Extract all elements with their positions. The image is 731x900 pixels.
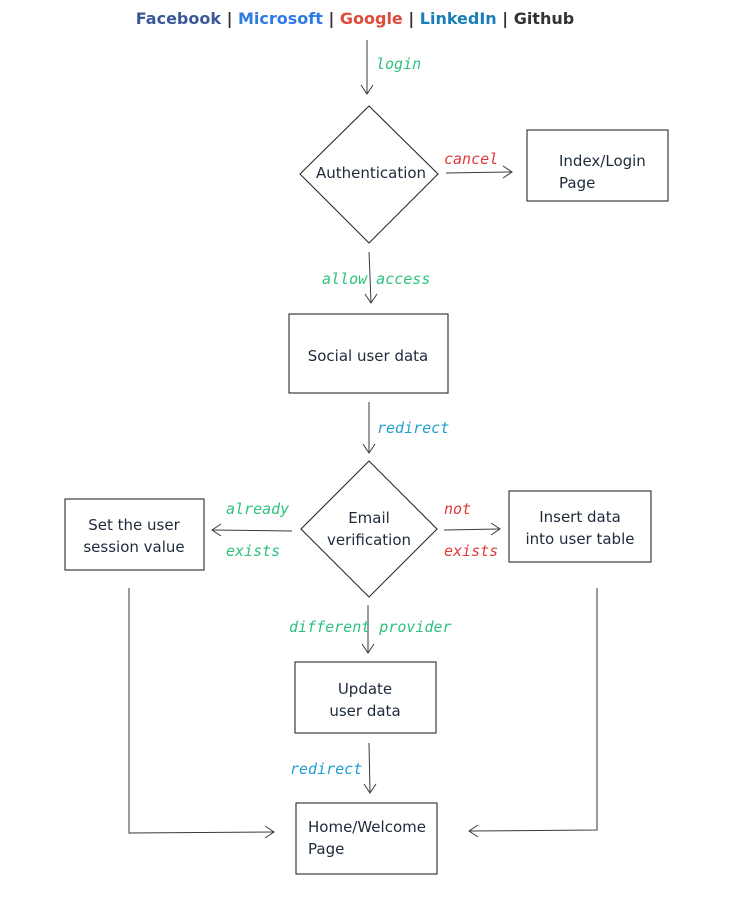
node-label-line: Set the user bbox=[88, 516, 180, 534]
node-email-verification: Email verification bbox=[327, 509, 411, 549]
edge-label-line: not bbox=[444, 500, 471, 518]
node-insert-data-shape bbox=[508, 490, 652, 563]
provider-microsoft: Microsoft bbox=[238, 9, 323, 28]
edge-redirect-2 bbox=[363, 742, 377, 794]
provider-linkedin: LinkedIn bbox=[420, 9, 497, 28]
node-label-line: Page bbox=[308, 840, 344, 858]
node-authentication: Authentication bbox=[316, 164, 426, 182]
node-insert-data: Insert data into user table bbox=[526, 508, 635, 548]
provider-github: Github bbox=[514, 9, 575, 28]
edge-label-line: redirect bbox=[290, 760, 362, 778]
edge-label-line: redirect bbox=[377, 419, 449, 437]
provider-facebook: Facebook bbox=[136, 9, 222, 28]
node-home-welcome-shape bbox=[295, 802, 438, 875]
edge-label-line: cancel bbox=[444, 150, 498, 168]
node-label-line: Email bbox=[348, 509, 390, 527]
node-label-line: Authentication bbox=[316, 164, 426, 182]
provider-separator: | bbox=[403, 9, 420, 29]
node-label-line: into user table bbox=[526, 530, 635, 548]
edge-label-line: login bbox=[376, 55, 421, 73]
node-label-line: verification bbox=[327, 531, 411, 549]
node-update-data: Update user data bbox=[329, 680, 400, 720]
provider-separator: | bbox=[497, 9, 514, 29]
node-label-line: Social user data bbox=[308, 347, 429, 365]
node-set-session: Set the user session value bbox=[83, 516, 184, 556]
node-label-line: Page bbox=[559, 174, 595, 192]
edge-label-line: already bbox=[226, 500, 289, 518]
provider-separator: | bbox=[221, 9, 238, 29]
edge-not-exists bbox=[443, 522, 501, 536]
node-label-line: Home/Welcome bbox=[308, 818, 426, 836]
edge-label-redirect-2: redirect bbox=[290, 760, 362, 778]
node-email-verification-shape bbox=[300, 460, 438, 598]
edge-label-different-provider: different provider bbox=[289, 618, 452, 636]
node-set-session-shape bbox=[64, 498, 205, 571]
node-social-user-data: Social user data bbox=[308, 347, 429, 365]
flowchart: Facebook | Microsoft | Google | LinkedIn… bbox=[64, 9, 669, 875]
edge-redirect-1 bbox=[362, 402, 376, 454]
node-label-line: user data bbox=[329, 702, 400, 720]
node-label-line: Insert data bbox=[539, 508, 621, 526]
edge-label-line: different provider bbox=[289, 618, 452, 636]
provider-separator: | bbox=[323, 9, 340, 29]
edge-label-allow-access: allow access bbox=[322, 270, 430, 288]
edge-login bbox=[360, 40, 374, 95]
provider-header: Facebook | Microsoft | Google | LinkedIn… bbox=[136, 9, 574, 29]
edge-session-to-home bbox=[128, 588, 275, 839]
edge-label-login: login bbox=[376, 55, 421, 73]
edge-label-cancel: cancel bbox=[444, 150, 498, 168]
edge-already-exists bbox=[211, 523, 293, 537]
edge-insert-to-home bbox=[468, 588, 598, 838]
node-label-line: Index/Login bbox=[559, 152, 646, 170]
node-index-login: Index/Login Page bbox=[559, 152, 646, 192]
edge-label-line: exists bbox=[226, 542, 280, 560]
node-label-line: Update bbox=[338, 680, 392, 698]
provider-google: Google bbox=[340, 9, 403, 28]
edge-label-line: allow access bbox=[322, 270, 430, 288]
node-label-line: session value bbox=[83, 538, 184, 556]
node-home-welcome: Home/Welcome Page bbox=[308, 818, 426, 858]
edge-label-line: exists bbox=[444, 542, 498, 560]
edge-label-redirect-1: redirect bbox=[377, 419, 449, 437]
